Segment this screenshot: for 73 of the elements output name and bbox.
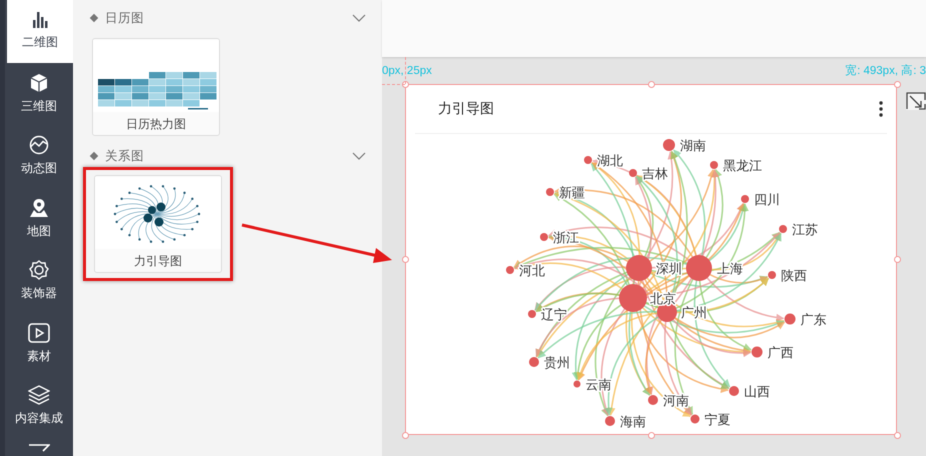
more-icon[interactable] bbox=[879, 101, 883, 117]
resize-handle[interactable] bbox=[402, 256, 408, 263]
sidebar-item[interactable]: 三维图 bbox=[5, 62, 73, 125]
graph-node[interactable] bbox=[729, 386, 739, 396]
node-label: 黑龙江 bbox=[723, 159, 762, 174]
trend-circle-icon bbox=[29, 135, 49, 156]
sidebar-item[interactable]: 装饰器 bbox=[5, 250, 73, 312]
node-label: 江苏 bbox=[792, 223, 818, 238]
node-label: 浙江 bbox=[553, 231, 579, 246]
graph-node[interactable] bbox=[752, 346, 762, 358]
resize-handle[interactable] bbox=[648, 80, 654, 88]
node-label: 深圳 bbox=[656, 262, 682, 277]
node-label: 广东 bbox=[800, 313, 826, 328]
node-label: 辽宁 bbox=[541, 308, 567, 323]
node-label: 海南 bbox=[620, 415, 646, 430]
graph-node[interactable] bbox=[690, 414, 700, 424]
node-label: 河北 bbox=[519, 264, 545, 279]
graph-node[interactable] bbox=[741, 195, 749, 203]
sidebar-item[interactable]: 二维图 bbox=[7, 0, 73, 62]
node-label: 宁夏 bbox=[704, 413, 730, 428]
sidebar-item[interactable]: 动态图 bbox=[5, 125, 73, 188]
play-icon bbox=[28, 322, 50, 343]
node-label: 新疆 bbox=[559, 186, 585, 201]
node-label: 湖北 bbox=[597, 154, 623, 169]
position-readout: 0px, 25px bbox=[382, 64, 432, 76]
node-label: 贵州 bbox=[544, 356, 570, 371]
graph-node[interactable] bbox=[574, 380, 580, 388]
sidebar-item[interactable]: 素材 bbox=[5, 312, 73, 375]
graph-node[interactable] bbox=[710, 161, 718, 169]
node-label: 广西 bbox=[768, 346, 794, 361]
map-pin-icon bbox=[29, 198, 49, 218]
graph-node[interactable] bbox=[528, 310, 536, 318]
resize-handle[interactable] bbox=[402, 432, 408, 438]
section-title: 日历图 bbox=[105, 10, 145, 26]
graph-node[interactable] bbox=[546, 188, 554, 196]
section-title: 关系图 bbox=[105, 148, 145, 164]
graph-node[interactable] bbox=[540, 233, 548, 241]
graph-node[interactable] bbox=[648, 395, 658, 405]
resize-icon[interactable] bbox=[906, 92, 926, 110]
graph-node[interactable] bbox=[619, 284, 647, 312]
sidebar-item[interactable]: 内容集成 bbox=[5, 375, 73, 438]
chart-title: 力引导图 bbox=[438, 100, 494, 118]
layers-icon bbox=[28, 385, 50, 406]
cube-icon bbox=[29, 72, 49, 93]
graph-node[interactable] bbox=[506, 266, 514, 274]
graph-node[interactable] bbox=[584, 156, 592, 164]
resize-handle[interactable] bbox=[894, 432, 900, 438]
gear-icon bbox=[29, 260, 49, 280]
resize-handle[interactable] bbox=[894, 256, 900, 263]
graph-node[interactable] bbox=[529, 357, 539, 367]
graph-node[interactable] bbox=[784, 314, 796, 324]
graph-node[interactable] bbox=[768, 271, 776, 279]
node-label: 云南 bbox=[586, 378, 612, 393]
graph-node[interactable] bbox=[605, 416, 615, 426]
chevron-icon[interactable] bbox=[352, 13, 366, 23]
graph-node[interactable] bbox=[686, 255, 712, 281]
node-label: 吉林 bbox=[642, 167, 668, 182]
node-label: 湖南 bbox=[680, 139, 706, 154]
resize-handle[interactable] bbox=[648, 432, 654, 438]
graph-node[interactable] bbox=[663, 139, 675, 151]
chart-template-card[interactable]: 日历热力图 bbox=[92, 38, 220, 136]
resize-handle[interactable] bbox=[894, 80, 900, 88]
chart-template-card[interactable]: 力引导图 bbox=[94, 175, 222, 273]
node-label: 四川 bbox=[754, 193, 780, 208]
sidebar-item[interactable]: 地图 bbox=[5, 188, 73, 250]
graph-node[interactable] bbox=[779, 225, 787, 233]
size-readout: 宽: 493px, 高: 3 bbox=[845, 63, 926, 78]
graph-node[interactable] bbox=[626, 255, 652, 281]
node-label: 陕西 bbox=[781, 269, 807, 284]
bar-chart-icon bbox=[31, 11, 49, 30]
graph-node[interactable] bbox=[629, 169, 637, 177]
node-label: 山西 bbox=[744, 385, 770, 400]
chevron-icon[interactable] bbox=[352, 151, 366, 161]
